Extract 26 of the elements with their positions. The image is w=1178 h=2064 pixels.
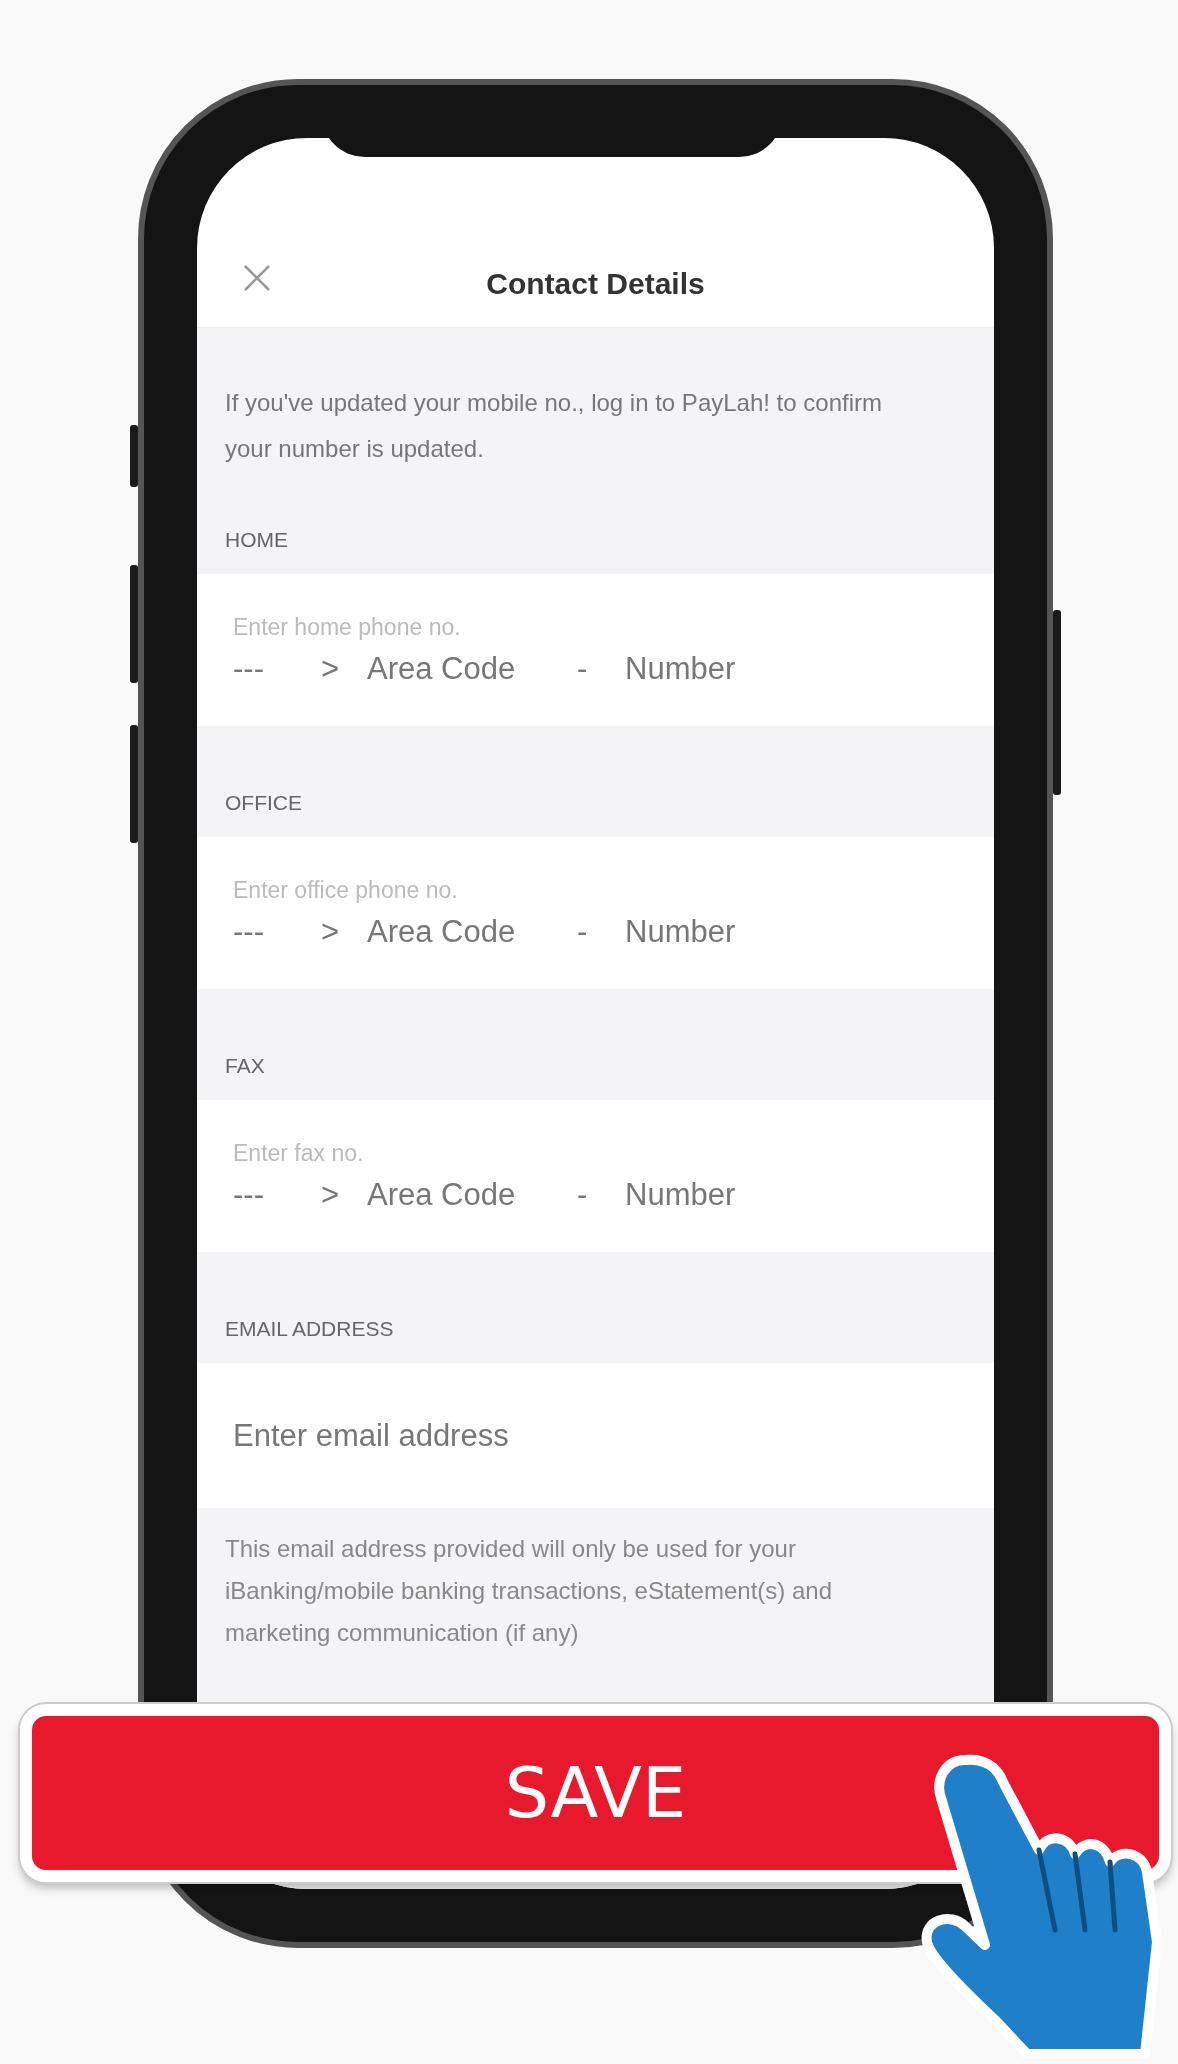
chevron: >	[321, 1176, 341, 1213]
chevron: >	[321, 913, 341, 950]
notice-text: If you've updated your mobile no., log in to PayLah! to confirm your number is updated.	[197, 328, 994, 494]
section-label: OFFICE	[225, 791, 302, 815]
screen-title: Contact Details	[486, 267, 705, 301]
placeholder-text: Enter home phone no.	[233, 613, 462, 641]
area-code-field[interactable]: Area Code	[367, 650, 577, 687]
dash-separator: -	[577, 913, 589, 950]
dash-separator: -	[577, 1176, 589, 1213]
placeholder-text: Enter fax no.	[233, 1139, 365, 1167]
section-label: FAX	[225, 1054, 265, 1078]
country-code-dropdown[interactable]: ---	[233, 913, 321, 950]
section-label: EMAIL ADDRESS	[225, 1317, 394, 1341]
dash-separator: -	[577, 650, 589, 687]
placeholder-text: Enter office phone no.	[233, 876, 459, 904]
country-code-dropdown[interactable]: ---	[233, 650, 321, 687]
save-button[interactable]: SAVE	[20, 1704, 1171, 1882]
area-code-field[interactable]: Area Code	[367, 1176, 577, 1213]
chevron: >	[321, 650, 341, 687]
number-field[interactable]: Number	[625, 913, 736, 950]
section-label: HOME	[225, 528, 288, 552]
number-field[interactable]: Number	[625, 650, 736, 687]
area-code-field[interactable]: Area Code	[367, 913, 577, 950]
country-code-dropdown[interactable]: ---	[233, 1176, 321, 1213]
close-icon[interactable]	[242, 263, 272, 293]
number-field[interactable]: Number	[625, 1176, 736, 1213]
